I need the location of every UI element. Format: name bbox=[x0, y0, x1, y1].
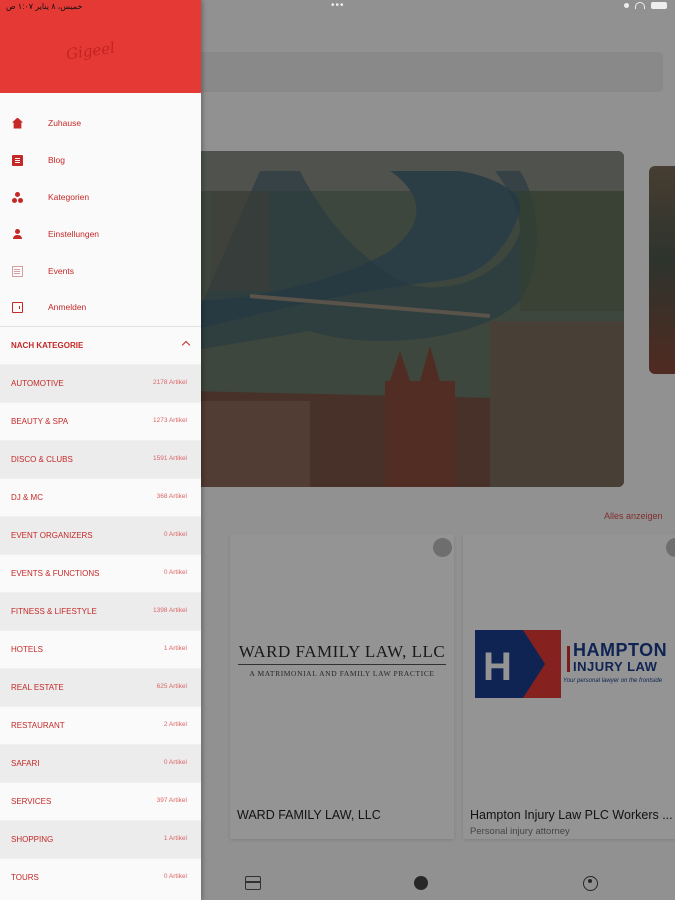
brand-logo: Gigeel bbox=[64, 38, 116, 64]
category-item-events-functions[interactable]: EVENTS & FUNCTIONS 0 Artikel bbox=[0, 554, 201, 592]
menu-item-events[interactable]: Events bbox=[0, 253, 201, 289]
category-name: EVENTS & FUNCTIONS bbox=[11, 569, 100, 578]
menu-item-label: Anmelden bbox=[48, 302, 87, 312]
menu-item-label: Kategorien bbox=[48, 192, 90, 202]
category-name: FITNESS & LIFESTYLE bbox=[11, 607, 97, 616]
category-count: 1591 Artikel bbox=[153, 455, 187, 462]
user-icon bbox=[12, 228, 23, 240]
category-count: 1273 Artikel bbox=[153, 417, 187, 424]
category-count: 0 Artikel bbox=[163, 569, 187, 576]
category-name: DJ & MC bbox=[11, 493, 43, 502]
category-count: 1398 Artikel bbox=[153, 607, 187, 614]
category-count: 1 Artikel bbox=[163, 645, 187, 652]
wifi-icon bbox=[635, 2, 645, 9]
login-icon bbox=[12, 301, 23, 313]
category-count: 625 Artikel bbox=[156, 683, 187, 690]
category-item-fitness-lifestyle[interactable]: FITNESS & LIFESTYLE 1398 Artikel bbox=[0, 592, 201, 630]
category-name: SHOPPING bbox=[11, 835, 54, 844]
category-count: 368 Artikel bbox=[156, 493, 187, 500]
menu-item-login[interactable]: Anmelden bbox=[0, 289, 201, 325]
category-item-restaurant[interactable]: RESTAURANT 2 Artikel bbox=[0, 706, 201, 744]
category-name: RESTAURANT bbox=[11, 721, 65, 730]
multitask-indicator: ••• bbox=[331, 0, 345, 11]
category-name: BEAUTY & SPA bbox=[11, 417, 69, 426]
menu-item-blog[interactable]: Blog bbox=[0, 142, 201, 178]
status-datetime: خميس، ٨ يناير ١:٠٧ ص bbox=[6, 2, 83, 11]
categories-icon bbox=[12, 191, 23, 203]
category-name: REAL ESTATE bbox=[11, 683, 64, 692]
category-item-dj-mc[interactable]: DJ & MC 368 Artikel bbox=[0, 478, 201, 516]
category-item-shopping[interactable]: SHOPPING 1 Artikel bbox=[0, 820, 201, 858]
status-icons bbox=[624, 2, 667, 9]
menu-item-label: Einstellungen bbox=[48, 229, 100, 239]
category-count: 2178 Artikel bbox=[153, 379, 187, 386]
category-item-automotive[interactable]: AUTOMOTIVE 2178 Artikel bbox=[0, 364, 201, 402]
category-item-event-organizers[interactable]: EVENT ORGANIZERS 0 Artikel bbox=[0, 516, 201, 554]
menu-item-settings[interactable]: Einstellungen bbox=[0, 216, 201, 252]
navigation-drawer: Gigeel Zuhause Blog Kategorien Einstellu… bbox=[0, 0, 201, 900]
category-name: EVENT ORGANIZERS bbox=[11, 531, 93, 540]
category-count: 0 Artikel bbox=[163, 531, 187, 538]
menu-item-categories[interactable]: Kategorien bbox=[0, 179, 201, 215]
category-count: 0 Artikel bbox=[163, 873, 187, 880]
category-item-hotels[interactable]: HOTELS 1 Artikel bbox=[0, 630, 201, 668]
events-icon bbox=[12, 265, 23, 277]
category-item-tours[interactable]: TOURS 0 Artikel bbox=[0, 858, 201, 896]
chevron-up-icon bbox=[181, 340, 191, 350]
category-item-real-estate[interactable]: REAL ESTATE 625 Artikel bbox=[0, 668, 201, 706]
category-name: AUTOMOTIVE bbox=[11, 379, 64, 388]
menu-item-home[interactable]: Zuhause bbox=[0, 105, 201, 141]
category-section-toggle[interactable]: NACH KATEGORIE bbox=[0, 327, 201, 364]
category-name: DISCO & CLUBS bbox=[11, 455, 73, 464]
category-count: 1 Artikel bbox=[163, 835, 187, 842]
category-name: TOURS bbox=[11, 873, 39, 882]
home-icon bbox=[12, 117, 23, 129]
category-item-beauty-spa[interactable]: BEAUTY & SPA 1273 Artikel bbox=[0, 402, 201, 440]
battery-icon bbox=[651, 2, 667, 9]
blog-icon bbox=[12, 154, 23, 166]
category-name: SAFARI bbox=[11, 759, 40, 768]
category-name: SERVICES bbox=[11, 797, 52, 806]
category-name: HOTELS bbox=[11, 645, 44, 654]
category-count: 397 Artikel bbox=[156, 797, 187, 804]
location-icon bbox=[624, 3, 629, 8]
category-count: 2 Artikel bbox=[163, 721, 187, 728]
category-count: 0 Artikel bbox=[163, 759, 187, 766]
menu-item-label: Zuhause bbox=[48, 118, 82, 128]
category-item-safari[interactable]: SAFARI 0 Artikel bbox=[0, 744, 201, 782]
status-bar: خميس، ٨ يناير ١:٠٧ ص ••• bbox=[0, 0, 675, 14]
category-item-services[interactable]: SERVICES 397 Artikel bbox=[0, 782, 201, 820]
menu-item-label: Events bbox=[48, 266, 74, 276]
menu-item-label: Blog bbox=[48, 155, 66, 165]
section-title: NACH KATEGORIE bbox=[11, 341, 84, 350]
category-item-disco-clubs[interactable]: DISCO & CLUBS 1591 Artikel bbox=[0, 440, 201, 478]
